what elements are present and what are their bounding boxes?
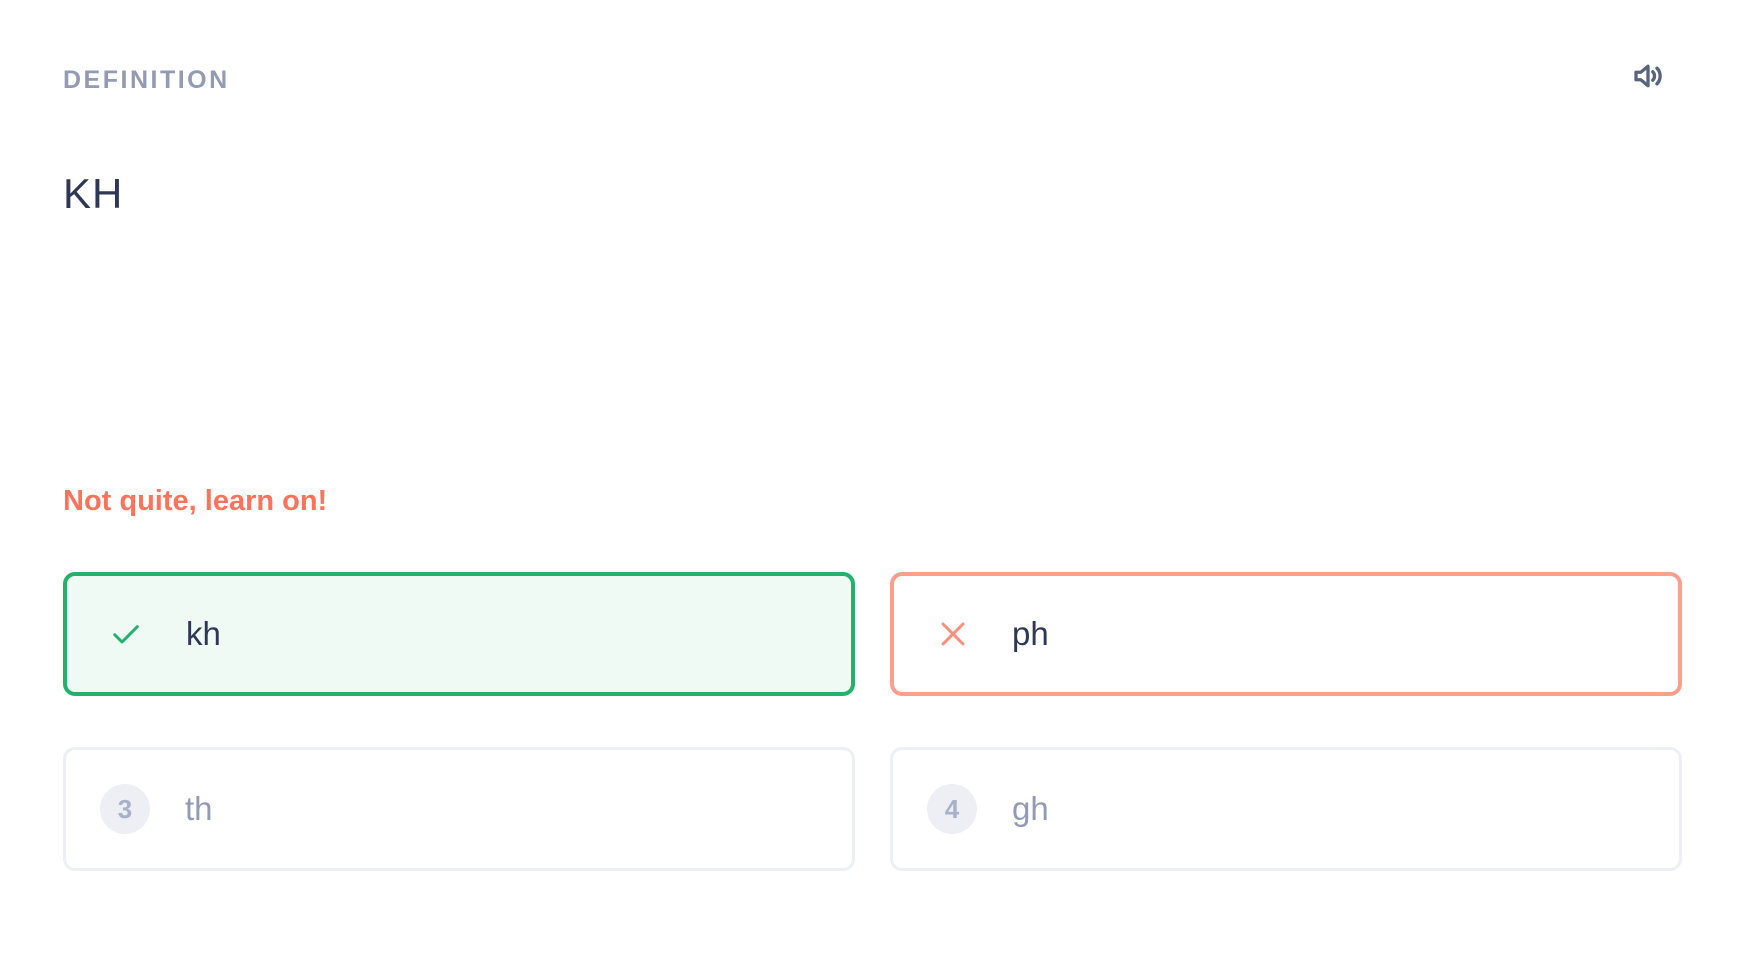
definition-label: DEFINITION (63, 66, 230, 94)
option-number-badge: 4 (927, 784, 977, 834)
x-icon (928, 609, 978, 659)
option-text: th (185, 790, 213, 827)
audio-button[interactable] (1626, 56, 1670, 100)
answer-option-3[interactable]: 3 th (63, 747, 855, 871)
answer-option-1[interactable]: kh (63, 572, 855, 696)
answer-option-2[interactable]: ph (890, 572, 1682, 696)
feedback-message: Not quite, learn on! (63, 485, 328, 517)
option-text: gh (1012, 790, 1049, 827)
check-icon (101, 609, 151, 659)
option-text: ph (1012, 615, 1049, 652)
speaker-icon (1630, 58, 1666, 99)
answer-option-4[interactable]: 4 gh (890, 747, 1682, 871)
option-text: kh (186, 615, 221, 652)
option-number-badge: 3 (100, 784, 150, 834)
term-text: KH (63, 170, 124, 217)
